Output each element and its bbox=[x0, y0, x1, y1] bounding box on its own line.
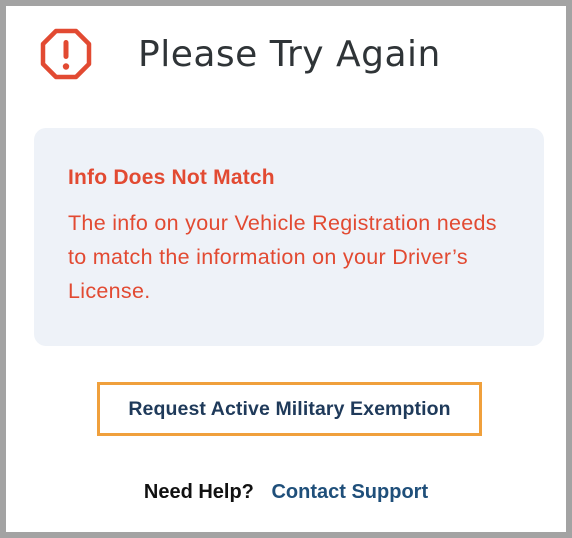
error-title: Info Does Not Match bbox=[68, 166, 275, 189]
page-title: Please Try Again bbox=[138, 33, 441, 75]
need-help-label: Need Help? bbox=[143, 481, 254, 503]
error-card: Please Try Again Info Does Not Match The… bbox=[6, 6, 566, 532]
request-military-exemption-button[interactable]: Request Active Military Exemption bbox=[97, 382, 482, 436]
header: Please Try Again bbox=[40, 28, 441, 80]
error-message: The info on your Vehicle Registration ne… bbox=[68, 211, 497, 303]
help-row: Need Help? Contact Support bbox=[6, 481, 566, 504]
warning-octagon-icon bbox=[40, 28, 92, 80]
contact-support-link[interactable]: Contact Support bbox=[271, 481, 428, 503]
error-message-box: Info Does Not Match The info on your Veh… bbox=[34, 128, 544, 346]
